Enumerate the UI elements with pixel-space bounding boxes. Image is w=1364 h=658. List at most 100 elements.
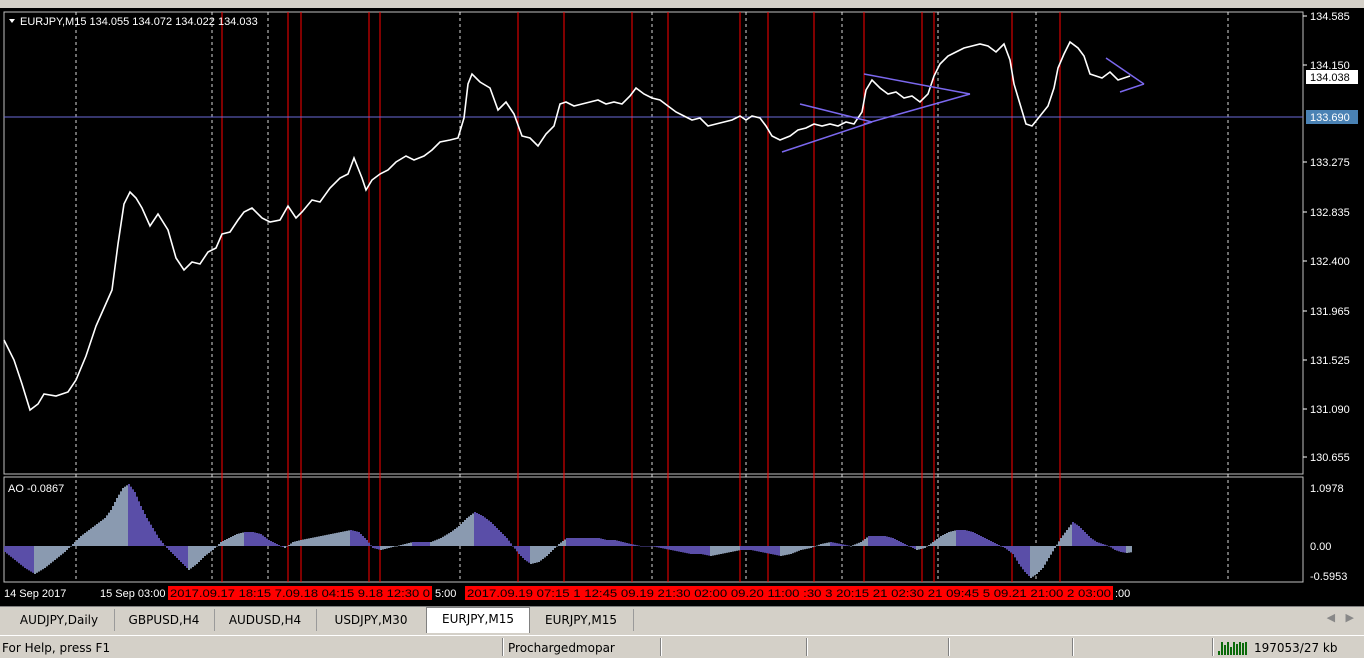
- tab-audjpy-daily[interactable]: AUDJPY,Daily: [4, 609, 115, 631]
- ao-bar: [942, 535, 944, 546]
- ao-bar: [692, 546, 694, 554]
- ao-bar: [836, 543, 838, 546]
- ao-bar: [574, 538, 576, 546]
- ao-bar: [566, 538, 568, 546]
- ao-bar: [526, 546, 528, 562]
- tab-scroll-arrows[interactable]: ◀ ▶: [1327, 611, 1354, 624]
- ao-bar: [72, 544, 74, 546]
- ao-bar: [1094, 540, 1096, 546]
- ao-bar: [420, 542, 422, 546]
- ao-bar: [518, 546, 520, 554]
- ao-bar: [646, 546, 648, 547]
- ao-bar: [352, 530, 354, 546]
- price-tick-label: 130.655: [1310, 452, 1350, 464]
- ao-bar: [28, 546, 30, 571]
- ao-bar: [766, 546, 768, 554]
- ao-bar: [126, 485, 128, 546]
- ao-bar: [338, 532, 340, 546]
- ao-bar: [14, 546, 16, 560]
- ao-bar: [146, 518, 148, 546]
- chart-canvas[interactable]: EURJPY,M15 134.055 134.072 134.022 134.0…: [0, 8, 1364, 606]
- ao-bar: [328, 534, 330, 546]
- ao-bar: [862, 540, 864, 546]
- ao-bar: [1040, 546, 1042, 570]
- ao-bar: [428, 542, 430, 546]
- ao-bar: [434, 540, 436, 546]
- ao-bar: [26, 546, 28, 570]
- ao-bar: [584, 538, 586, 546]
- ao-bar: [394, 546, 396, 547]
- ao-bar: [32, 546, 34, 573]
- ao-bar: [550, 546, 552, 552]
- scroll-right-icon[interactable]: ▶: [1346, 611, 1354, 624]
- ao-bar: [204, 546, 206, 556]
- ao-bar: [498, 530, 500, 546]
- ao-bar: [140, 506, 142, 546]
- ao-bar: [906, 545, 908, 546]
- ao-bar: [364, 538, 366, 546]
- ao-bar: [360, 534, 362, 546]
- tab-eurjpy-m15-active[interactable]: EURJPY,M15: [426, 607, 530, 633]
- ao-bar: [992, 542, 994, 546]
- ao-bar: [628, 543, 630, 546]
- ao-bar: [1116, 546, 1118, 551]
- tab-audusd-h4[interactable]: AUDUSD,H4: [214, 609, 317, 631]
- ao-bar: [254, 532, 256, 546]
- ao-bar: [112, 506, 114, 546]
- ao-bar: [188, 546, 190, 570]
- ao-bar: [818, 544, 820, 546]
- ao-bar: [812, 546, 814, 548]
- ao-bar: [996, 544, 998, 546]
- ao-bar: [128, 484, 130, 546]
- ao-bar: [690, 546, 692, 554]
- ao-bar: [898, 541, 900, 546]
- ao-bar: [708, 546, 710, 556]
- ao-bar: [860, 542, 862, 546]
- ao-bar: [854, 544, 856, 546]
- time-label-2: 15 Sep 03:00: [100, 588, 165, 600]
- ao-bar: [454, 529, 456, 546]
- ao-bar: [760, 546, 762, 552]
- ao-bar: [724, 546, 726, 554]
- ao-bar: [700, 546, 702, 554]
- ao-bar: [478, 514, 480, 546]
- ao-bar: [270, 541, 272, 546]
- time-label-1: 14 Sep 2017: [4, 588, 66, 600]
- status-traffic: 197053/27 kb: [1254, 641, 1338, 655]
- tab-gbpusd-h4[interactable]: GBPUSD,H4: [114, 609, 215, 631]
- ao-bar: [592, 538, 594, 546]
- ao-bar: [882, 536, 884, 546]
- ao-bar: [1120, 546, 1122, 552]
- ao-bar: [626, 543, 628, 546]
- ao-bar: [154, 531, 156, 546]
- chart-window[interactable]: EURJPY,M15 134.055 134.072 134.022 134.0…: [0, 8, 1364, 606]
- connection-status-icon[interactable]: [1218, 641, 1250, 655]
- ao-bar: [966, 530, 968, 546]
- ao-bar: [222, 541, 224, 546]
- ao-bar: [122, 488, 124, 546]
- ao-bar: [326, 534, 328, 546]
- ao-bar: [732, 546, 734, 552]
- vertical-red-lines[interactable]: [221, 12, 1061, 582]
- ao-bar: [166, 546, 168, 548]
- tab-usdjpy-m30[interactable]: USDJPY,M30: [316, 609, 427, 631]
- ao-bar: [440, 538, 442, 546]
- symbol-info: EURJPY,M15 134.055 134.072 134.022 134.0…: [20, 16, 258, 28]
- collapse-triangle-icon[interactable]: [9, 19, 15, 23]
- status-divider: [948, 638, 950, 656]
- ao-bar: [490, 522, 492, 546]
- ao-bar: [24, 546, 26, 568]
- tab-eurjpy-m15[interactable]: EURJPY,M15: [529, 609, 634, 631]
- ao-bar: [924, 546, 926, 548]
- ao-bar: [34, 546, 36, 574]
- scroll-left-icon[interactable]: ◀: [1327, 611, 1335, 624]
- ao-bar: [466, 518, 468, 546]
- ao-bar: [58, 546, 60, 557]
- ao-bar: [1098, 542, 1100, 546]
- ao-bar: [210, 546, 212, 552]
- ao-bar: [980, 536, 982, 546]
- ao-bar: [382, 546, 384, 550]
- ao-bar: [402, 544, 404, 546]
- ao-bar: [312, 537, 314, 546]
- ao-bar: [456, 527, 458, 546]
